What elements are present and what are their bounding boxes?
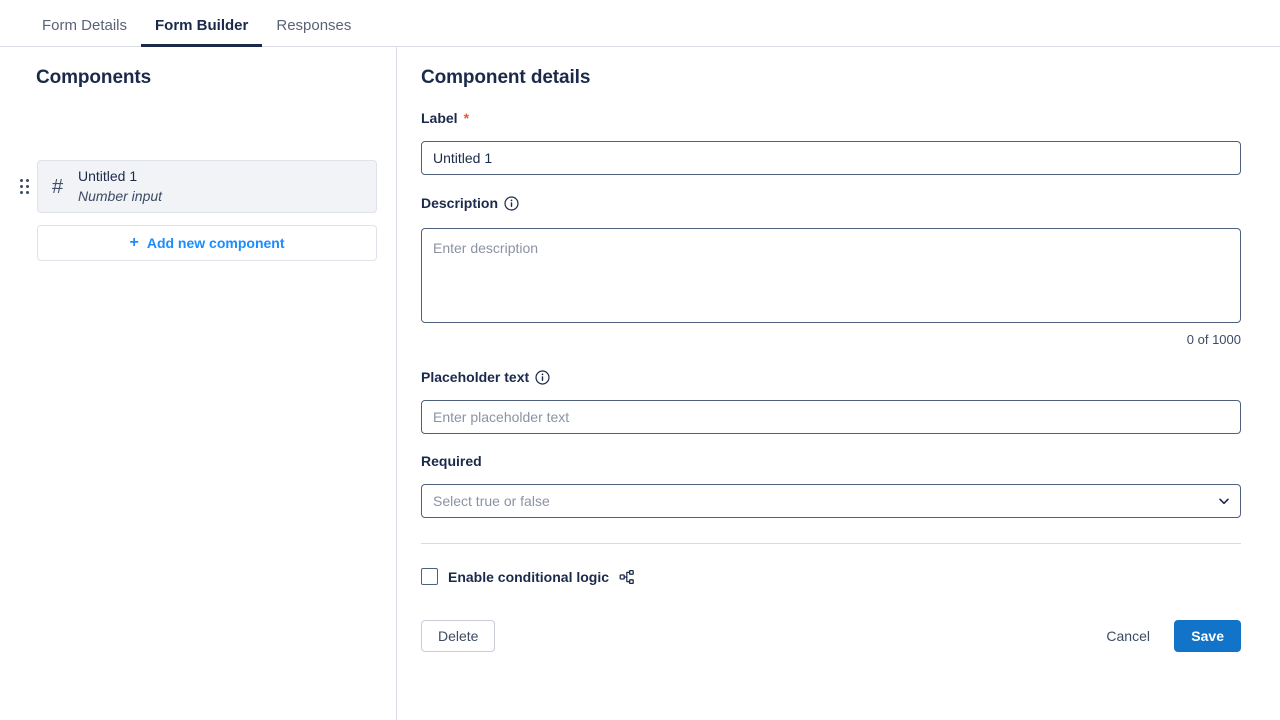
components-heading: Components [36,67,152,88]
add-new-component-label: Add new component [146,235,285,251]
required-select-wrapper: Select true or false [421,484,1241,518]
description-field-text: Description [421,195,499,211]
section-divider [421,543,1241,544]
required-field-text: Required [421,453,482,469]
label-field-label: Label * [421,110,469,126]
placeholder-field-text: Placeholder text [421,369,530,385]
tab-form-builder[interactable]: Form Builder [141,18,263,47]
conditional-logic-row: Enable conditional logic [421,568,635,585]
components-sidebar: Components # Untitled 1 Number input + A… [0,47,396,720]
enable-conditional-logic-label: Enable conditional logic [448,568,610,585]
drag-handle-icon[interactable] [18,177,30,195]
description-character-counter: 0 of 1000 [1186,332,1241,347]
label-field-text: Label [421,110,458,126]
number-hash-icon: # [52,175,64,198]
save-button[interactable]: Save [1174,620,1241,652]
required-asterisk: * [463,110,470,126]
description-textarea[interactable] [421,228,1241,323]
tab-form-details[interactable]: Form Details [28,18,141,47]
required-select[interactable]: Select true or false [421,484,1241,518]
tab-bar: Form Details Form Builder Responses [0,0,1280,47]
add-new-component-button[interactable]: + Add new component [37,225,377,261]
tab-responses[interactable]: Responses [262,18,365,47]
enable-conditional-logic-checkbox[interactable] [421,568,438,585]
info-icon[interactable] [535,369,550,385]
branch-icon [619,569,634,584]
plus-icon: + [129,234,139,251]
component-name: Untitled 1 [78,168,138,184]
cancel-button[interactable]: Cancel [1096,620,1160,652]
required-field-label: Required [421,453,482,469]
placeholder-field-label: Placeholder text [421,369,550,385]
placeholder-text-input[interactable] [421,400,1241,434]
description-field-label: Description [421,195,519,211]
delete-button[interactable]: Delete [421,620,496,652]
tab-list: Form Details Form Builder Responses [0,0,1280,47]
component-list-item[interactable]: # Untitled 1 Number input [37,160,377,213]
page-title: Component details [421,67,591,88]
component-type: Number input [78,187,163,204]
info-icon[interactable] [504,195,519,211]
component-text: Untitled 1 Number input [78,168,162,205]
label-input[interactable] [421,141,1241,175]
form-builder-page: Form Details Form Builder Responses Comp… [0,0,1280,720]
